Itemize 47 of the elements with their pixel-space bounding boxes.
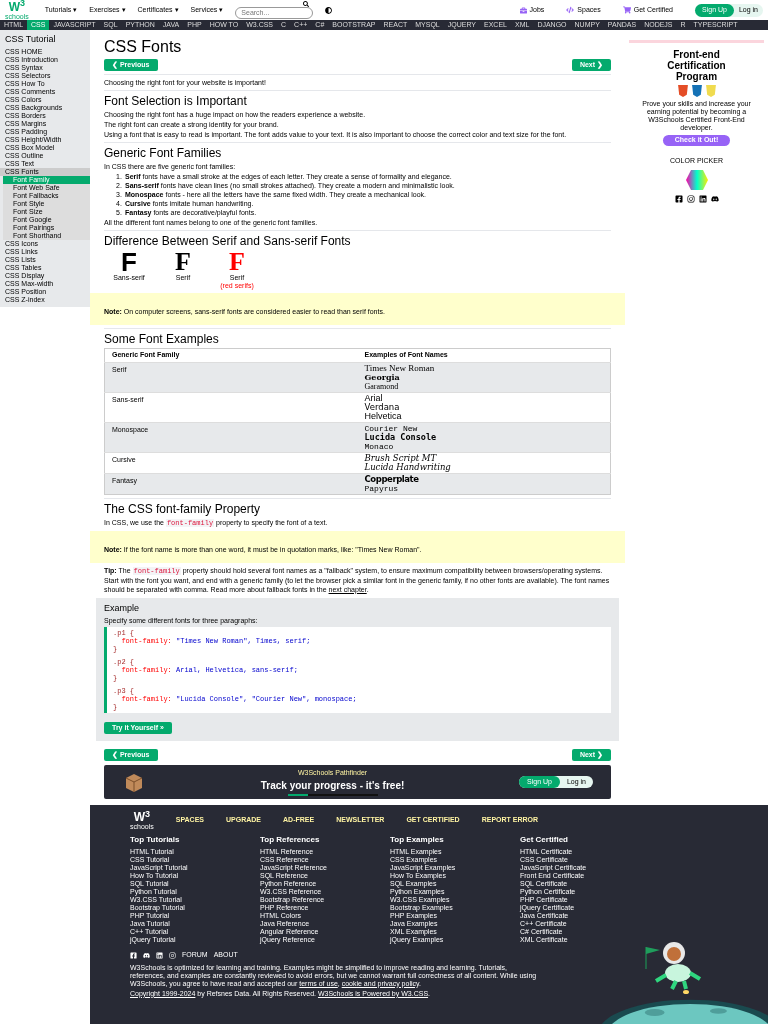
sidebar-title: CSS Tutorial <box>4 33 57 46</box>
discord-icon[interactable] <box>710 194 719 203</box>
discord-icon[interactable] <box>143 951 150 959</box>
footer-column-heading: Top Tutorials <box>130 834 180 846</box>
facebook-icon[interactable] <box>674 194 683 203</box>
letter-sample: F <box>121 250 137 274</box>
font-name: Times New Roman <box>364 363 436 373</box>
cart-icon <box>622 6 631 14</box>
font-name: Monaco <box>364 441 395 451</box>
section-heading: Difference Between Serif and Sans-serif Fonts <box>104 234 352 248</box>
shield-icon <box>677 85 688 97</box>
instagram-icon[interactable] <box>169 951 176 959</box>
footer-column-heading: Top References <box>260 834 320 846</box>
contrast-icon[interactable] <box>325 6 333 14</box>
instagram-icon[interactable] <box>686 194 695 203</box>
footer-column-heading: Top Examples <box>390 834 444 846</box>
code-icon <box>566 6 575 14</box>
linkedin-icon[interactable] <box>156 951 163 959</box>
search-icon <box>303 1 310 7</box>
example-heading: Example <box>104 601 140 615</box>
section-heading: Some Font Examples <box>104 332 220 346</box>
font-name: Courier New <box>364 423 419 433</box>
footer-column-heading: Get Certified <box>520 834 568 846</box>
shield-icon <box>705 85 716 97</box>
section-heading: The CSS font-family Property <box>104 501 262 516</box>
facebook-icon[interactable] <box>130 951 137 959</box>
font-name: Lucida Handwriting <box>364 462 452 472</box>
font-name: Papyrus <box>364 483 399 493</box>
color-hexagon-icon[interactable] <box>685 169 708 190</box>
page-title: CSS Fonts <box>104 38 183 56</box>
ad-title: Front-end Certification Program <box>666 49 727 82</box>
font-name: Brush Script MT <box>364 453 437 463</box>
font-name: Verdana <box>364 402 401 412</box>
section-heading: Font Selection is Important <box>104 94 248 108</box>
font-name: Lucida Console <box>364 432 438 442</box>
font-name: Garamond <box>364 381 399 391</box>
font-name: Georgia <box>364 372 401 382</box>
linkedin-icon[interactable] <box>698 194 707 203</box>
letter-sample: F <box>175 250 191 274</box>
font-name: Copperplate <box>364 474 420 484</box>
briefcase-icon <box>519 6 527 14</box>
banner-headline: Track your progress - it's free! <box>260 779 405 794</box>
letter-sample: F <box>229 250 245 274</box>
font-name: Helvetica <box>364 411 403 421</box>
font-name: Arial <box>364 393 384 403</box>
shield-icon <box>691 85 702 97</box>
section-heading: Generic Font Families <box>104 146 223 160</box>
